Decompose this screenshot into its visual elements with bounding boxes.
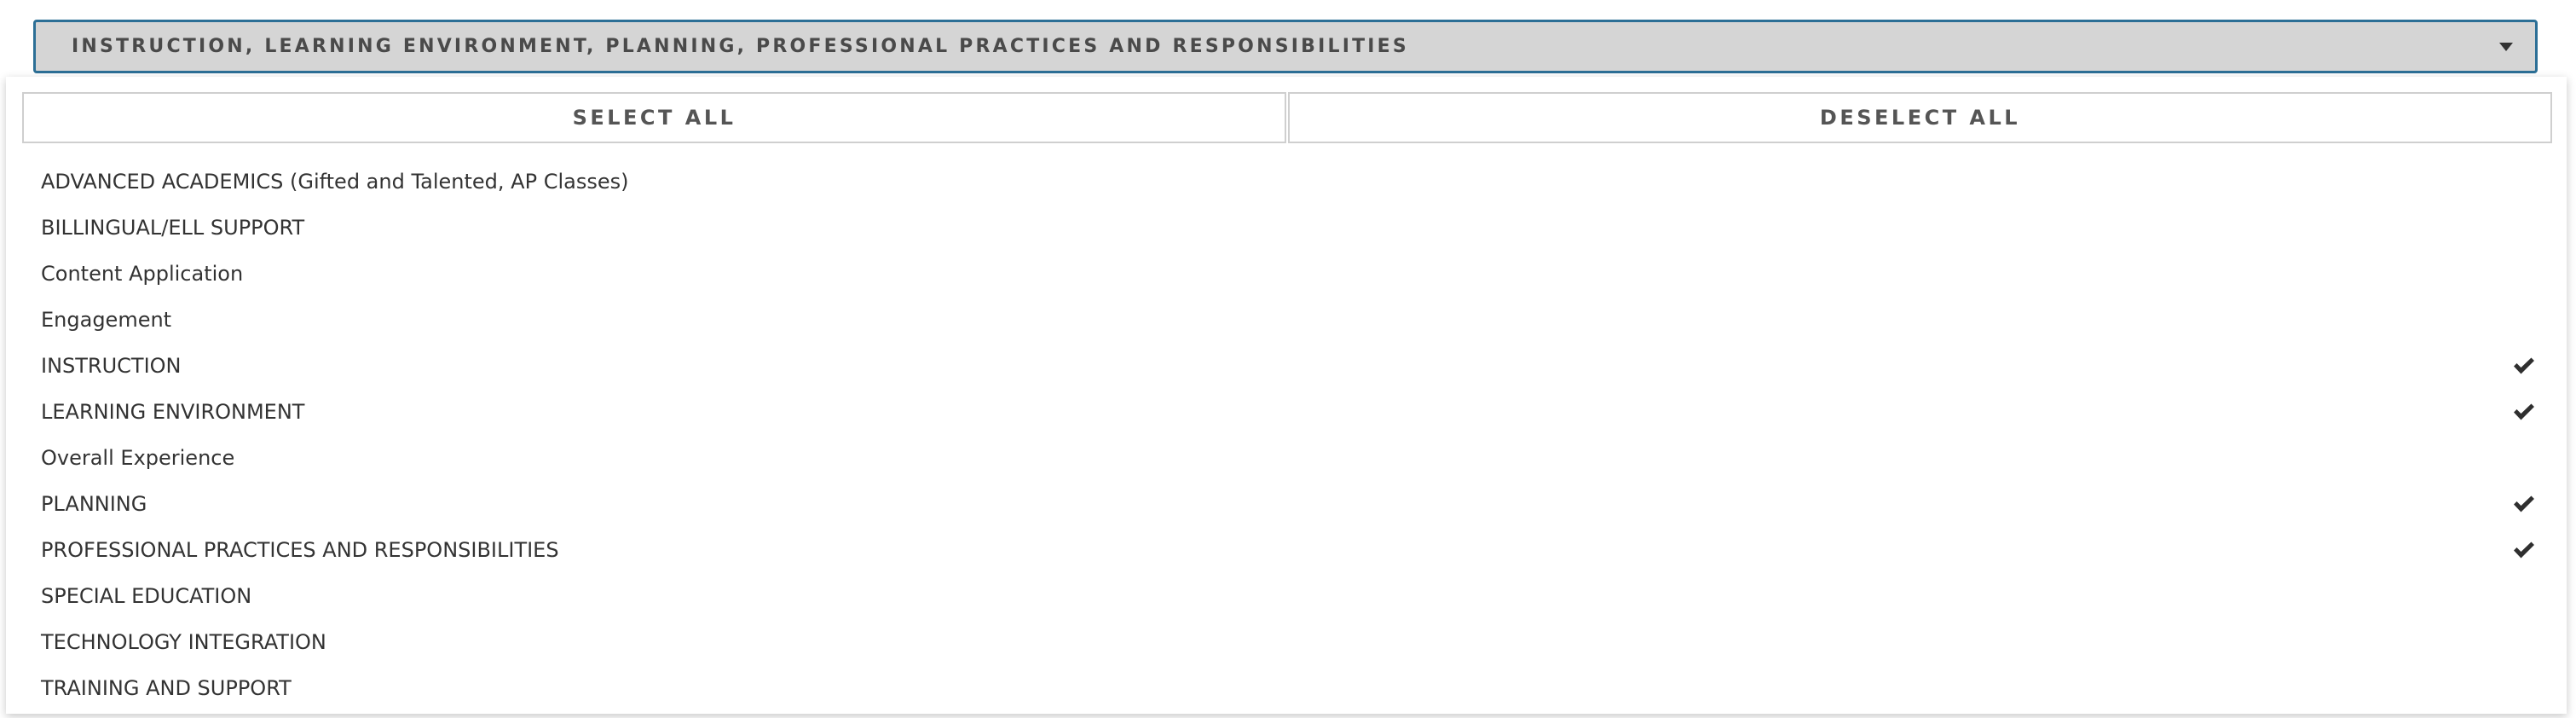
option-label: Engagement [41, 308, 172, 332]
option-label: INSTRUCTION [41, 354, 182, 378]
dropdown-menu: SELECT ALL DESELECT ALL ADVANCED ACADEMI… [6, 77, 2567, 714]
category-select-toggle[interactable]: INSTRUCTION, LEARNING ENVIRONMENT, PLANN… [33, 20, 2538, 73]
checkmark-icon [2514, 541, 2534, 559]
option-item[interactable]: Engagement [6, 297, 2567, 343]
select-all-button[interactable]: SELECT ALL [22, 92, 1286, 143]
option-item-selected[interactable]: PLANNING [6, 481, 2567, 527]
option-item[interactable]: BILLINGUAL/ELL SUPPORT [6, 205, 2567, 251]
option-label: PLANNING [41, 492, 147, 516]
bulk-actions: SELECT ALL DESELECT ALL [22, 92, 2552, 143]
option-item-selected[interactable]: INSTRUCTION [6, 343, 2567, 389]
option-label: ADVANCED ACADEMICS (Gifted and Talented,… [41, 170, 629, 194]
option-label: TECHNOLOGY INTEGRATION [41, 630, 326, 654]
option-label: Content Application [41, 262, 244, 286]
option-label: PROFESSIONAL PRACTICES AND RESPONSIBILIT… [41, 538, 559, 562]
option-item[interactable]: Content Application [6, 251, 2567, 297]
page: INSTRUCTION, LEARNING ENVIRONMENT, PLANN… [0, 0, 2576, 718]
options-list: ADVANCED ACADEMICS (Gifted and Talented,… [6, 159, 2567, 711]
option-item-selected[interactable]: LEARNING ENVIRONMENT [6, 389, 2567, 435]
option-item-selected[interactable]: PROFESSIONAL PRACTICES AND RESPONSIBILIT… [6, 527, 2567, 573]
checkmark-icon [2514, 357, 2534, 374]
option-label: LEARNING ENVIRONMENT [41, 400, 305, 424]
selected-categories-label: INSTRUCTION, LEARNING ENVIRONMENT, PLANN… [72, 36, 1409, 57]
option-label: Overall Experience [41, 446, 235, 470]
option-item[interactable]: TRAINING AND SUPPORT [6, 665, 2567, 711]
option-item[interactable]: ADVANCED ACADEMICS (Gifted and Talented,… [6, 159, 2567, 205]
option-item[interactable]: TECHNOLOGY INTEGRATION [6, 619, 2567, 665]
caret-down-icon[interactable] [2499, 42, 2513, 51]
option-item[interactable]: Overall Experience [6, 435, 2567, 481]
option-label: SPECIAL EDUCATION [41, 584, 252, 608]
option-item[interactable]: SPECIAL EDUCATION [6, 573, 2567, 619]
deselect-all-button[interactable]: DESELECT ALL [1288, 92, 2552, 143]
option-label: BILLINGUAL/ELL SUPPORT [41, 216, 305, 240]
checkmark-icon [2514, 495, 2534, 512]
option-label: TRAINING AND SUPPORT [41, 676, 292, 700]
checkmark-icon [2514, 403, 2534, 420]
